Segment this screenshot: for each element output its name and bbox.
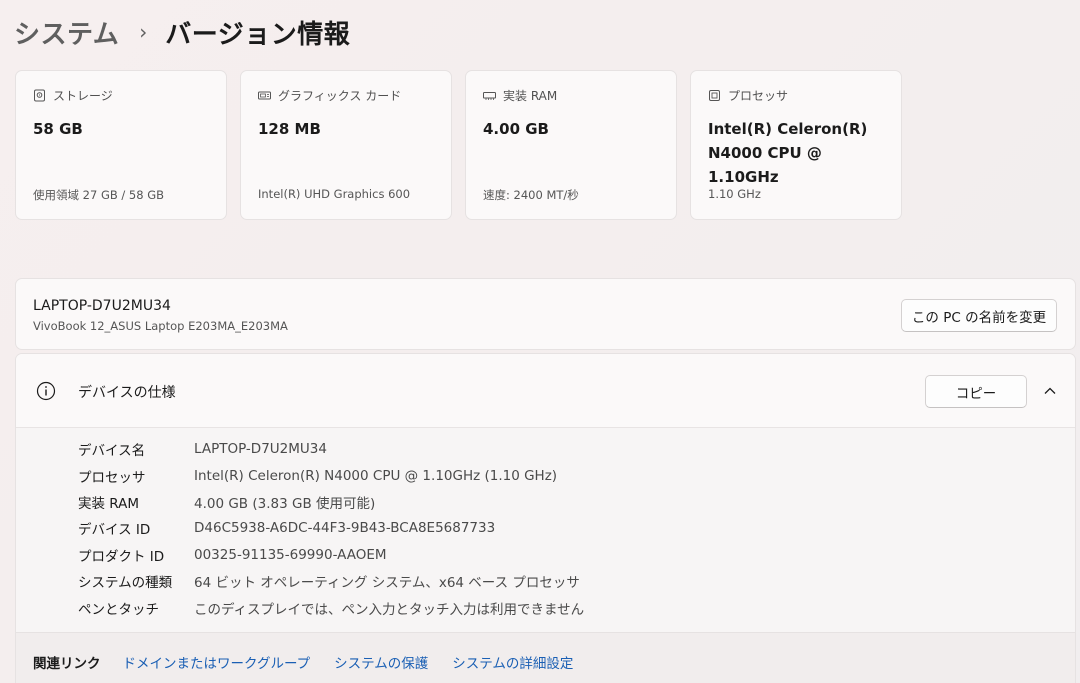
device-model: VivoBook 12_ASUS Laptop E203MA_E203MA (33, 319, 288, 333)
spec-value: 4.00 GB (3.83 GB 使用可能) (194, 495, 376, 512)
spec-value: Intel(R) Celeron(R) N4000 CPU @ 1.10GHz … (194, 467, 558, 484)
spec-key: ペンとタッチ (78, 601, 159, 618)
processor-label: プロセッサ (728, 88, 789, 103)
device-name: LAPTOP-D7U2MU34 (33, 298, 171, 314)
spec-value: 00325-91135-69990-AAOEM (194, 546, 387, 563)
spec-row: プロセッサ Intel(R) Celeron(R) N4000 CPU @ 1.… (78, 462, 584, 488)
domain-workgroup-link[interactable]: ドメインまたはワークグループ (123, 652, 311, 672)
spec-key: デバイス名 (78, 443, 146, 460)
processor-card: プロセッサ Intel(R) Celeron(R) N4000 CPU @ 1.… (690, 70, 902, 220)
breadcrumb: システム › バージョン情報 (14, 12, 350, 52)
spec-row: プロダクト ID 00325-91135-69990-AAOEM (78, 542, 584, 568)
spec-value: LAPTOP-D7U2MU34 (194, 441, 327, 458)
system-protection-link[interactable]: システムの保護 (334, 652, 428, 672)
graphics-card-icon (258, 91, 271, 99)
info-icon (36, 381, 56, 401)
device-name-row: LAPTOP-D7U2MU34 VivoBook 12_ASUS Laptop … (15, 278, 1076, 350)
graphics-label: グラフィックス カード (278, 88, 402, 103)
related-links: 関連リンク ドメインまたはワークグループ システムの保護 システムの詳細設定 (16, 632, 1075, 683)
device-spec-list: デバイス名 LAPTOP-D7U2MU34 プロセッサ Intel(R) Cel… (78, 436, 584, 621)
device-spec-panel: デバイスの仕様 コピー デバイス名 LAPTOP-D7U2MU34 プロセッサ … (15, 353, 1076, 683)
spec-row: 実装 RAM 4.00 GB (3.83 GB 使用可能) (78, 489, 584, 515)
processor-icon (709, 89, 720, 101)
processor-value-line1: Intel(R) Celeron(R) (708, 120, 868, 138)
storage-value: 58 GB (33, 120, 83, 138)
storage-label: ストレージ (53, 88, 113, 103)
spec-row: デバイス ID D46C5938-A6DC-44F3-9B43-BCA8E568… (78, 515, 584, 541)
advanced-system-settings-link[interactable]: システムの詳細設定 (452, 652, 573, 672)
spec-key: 実装 RAM (78, 495, 140, 512)
spec-value: D46C5938-A6DC-44F3-9B43-BCA8E5687733 (194, 520, 496, 537)
breadcrumb-parent[interactable]: システム (14, 14, 119, 51)
ram-sub: 速度: 2400 MT/秒 (483, 188, 579, 202)
page-title: バージョン情報 (165, 19, 351, 50)
storage-icon (34, 89, 45, 101)
ram-card: 実装 RAM 4.00 GB 速度: 2400 MT/秒 (465, 70, 677, 220)
spec-key: デバイス ID (78, 522, 151, 539)
ram-value: 4.00 GB (483, 120, 549, 138)
spec-row: ペンとタッチ このディスプレイでは、ペン入力とタッチ入力は利用できません (78, 594, 584, 620)
spec-value: 64 ビット オペレーティング システム、x64 ベース プロセッサ (194, 575, 580, 592)
graphics-value: 128 MB (258, 120, 321, 138)
processor-value-line2: N4000 CPU @ 1.10GHz (708, 144, 822, 186)
spec-value: このディスプレイでは、ペン入力とタッチ入力は利用できません (194, 601, 585, 618)
breadcrumb-separator-icon: › (139, 20, 148, 44)
copy-button[interactable]: コピー (925, 375, 1027, 408)
spec-key: システムの種類 (78, 575, 173, 592)
ram-icon (483, 91, 496, 100)
related-links-title: 関連リンク (33, 656, 101, 672)
graphics-card: グラフィックス カード 128 MB Intel(R) UHD Graphics… (240, 70, 452, 220)
device-spec-header[interactable]: デバイスの仕様 コピー (16, 354, 1075, 428)
ram-label: 実装 RAM (503, 88, 558, 103)
device-spec-title: デバイスの仕様 (78, 385, 176, 401)
processor-sub: 1.10 GHz (708, 187, 761, 201)
processor-value: Intel(R) Celeron(R) N4000 CPU @ 1.10GHz (708, 117, 885, 189)
spec-key: プロセッサ (78, 469, 146, 486)
storage-sub: 使用領域 27 GB / 58 GB (33, 188, 165, 202)
spec-row: デバイス名 LAPTOP-D7U2MU34 (78, 436, 584, 462)
rename-pc-button[interactable]: この PC の名前を変更 (901, 299, 1057, 332)
spec-key: プロダクト ID (78, 548, 165, 565)
chevron-up-icon[interactable] (1043, 384, 1057, 398)
storage-card: ストレージ 58 GB 使用領域 27 GB / 58 GB (15, 70, 227, 220)
graphics-sub: Intel(R) UHD Graphics 600 (258, 187, 411, 201)
spec-row: システムの種類 64 ビット オペレーティング システム、x64 ベース プロセ… (78, 568, 584, 594)
